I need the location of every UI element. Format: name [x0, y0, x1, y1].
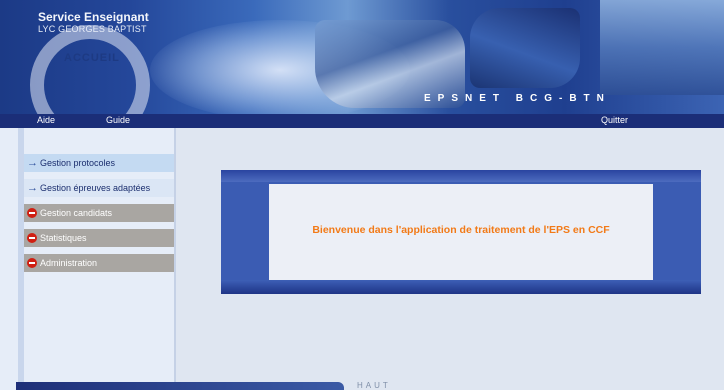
welcome-message: Bienvenue dans l'application de traiteme…	[312, 224, 610, 236]
sidebar-item-label: Gestion protocoles	[40, 158, 116, 168]
back-to-top-link[interactable]: HAUT	[357, 381, 391, 390]
sidebar-item-label: Administration	[40, 258, 98, 268]
arrow-right-icon: →	[27, 157, 38, 169]
home-link[interactable]: ACCUEIL	[64, 52, 120, 64]
welcome-box: Bienvenue dans l'application de traiteme…	[269, 184, 653, 280]
help-link[interactable]: Aide	[37, 115, 55, 125]
top-nav-bar: Aide Guide Quitter	[0, 114, 724, 128]
app-name: EPSNET BCG-BTN	[424, 93, 611, 104]
quit-link[interactable]: Quitter	[601, 115, 628, 125]
sidebar-item-label: Gestion candidats	[40, 208, 113, 218]
site-title: Service Enseignant	[38, 10, 149, 24]
sidebar-item-protocoles[interactable]: → Gestion protocoles	[24, 154, 174, 172]
sidebar-item-label: Statistiques	[40, 233, 87, 243]
stop-icon	[27, 208, 37, 218]
guide-link[interactable]: Guide	[106, 115, 130, 125]
stop-icon	[27, 258, 37, 268]
sidebar-item-epreuves[interactable]: → Gestion épreuves adaptées	[24, 179, 174, 197]
panel-bottom-bar	[221, 280, 701, 294]
sidebar-item-administration: Administration	[24, 254, 174, 272]
banner-photo-player	[600, 0, 724, 95]
header-banner: Service Enseignant LYC GEORGES BAPTIST A…	[0, 0, 724, 114]
sidebar-item-candidats: Gestion candidats	[24, 204, 174, 222]
panel-top-bar	[221, 170, 701, 182]
stop-icon	[27, 233, 37, 243]
school-name: LYC GEORGES BAPTIST	[38, 24, 147, 34]
sidebar-item-statistiques: Statistiques	[24, 229, 174, 247]
sidebar: → Gestion protocoles → Gestion épreuves …	[0, 128, 176, 390]
arrow-right-icon: →	[27, 182, 38, 194]
banner-photo-runner	[470, 8, 580, 88]
banner-decoration-ring	[30, 25, 150, 114]
welcome-panel: Bienvenue dans l'application de traiteme…	[221, 170, 701, 294]
footer-bar	[16, 382, 344, 390]
sidebar-item-label: Gestion épreuves adaptées	[40, 183, 151, 193]
